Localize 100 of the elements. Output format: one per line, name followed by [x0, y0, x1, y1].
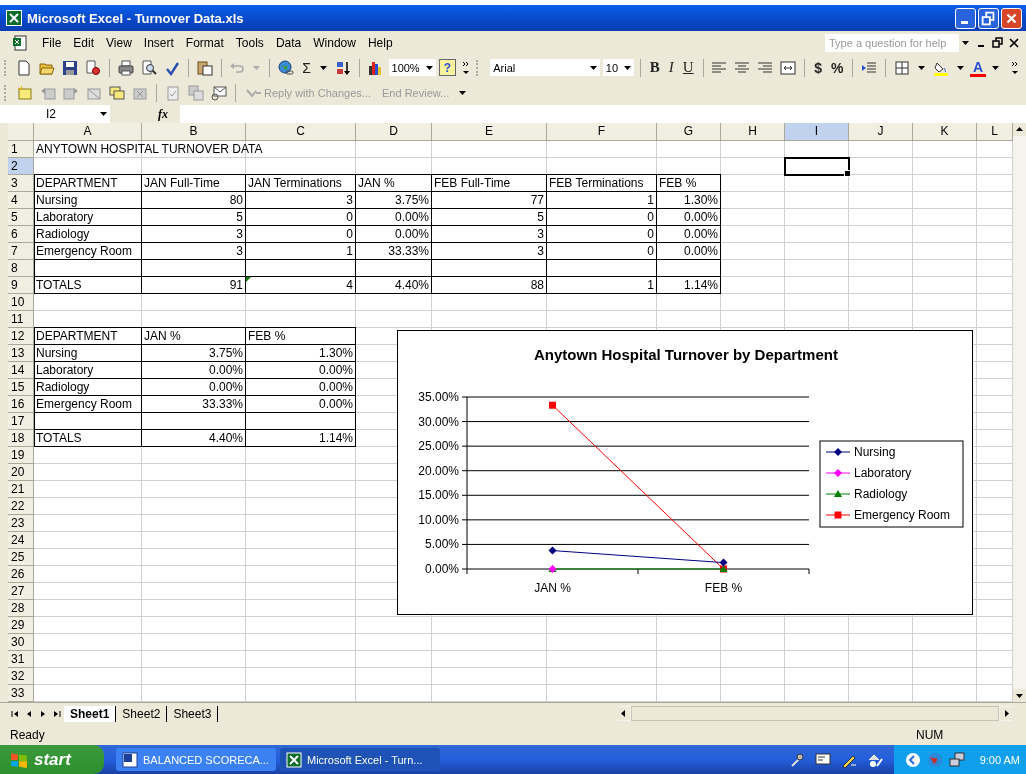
row-header[interactable]: 30: [8, 634, 34, 651]
row-header[interactable]: 15: [8, 379, 34, 396]
sheet-tab[interactable]: Sheet1: [64, 705, 117, 722]
insert-function-button[interactable]: fx: [110, 105, 180, 123]
column-header[interactable]: D: [356, 123, 432, 141]
row-header[interactable]: 18: [8, 430, 34, 447]
mail-document-icon[interactable]: [211, 84, 227, 101]
column-header[interactable]: K: [913, 123, 977, 141]
toolbar-options-icon[interactable]: [1011, 59, 1019, 76]
row-header[interactable]: 32: [8, 668, 34, 685]
menu-item[interactable]: Format: [179, 36, 230, 50]
column-header[interactable]: L: [977, 123, 1013, 141]
paste-icon[interactable]: [196, 59, 213, 76]
row-header[interactable]: 12: [8, 328, 34, 345]
font-size-dropdown[interactable]: 10: [602, 59, 635, 76]
italic-button[interactable]: I: [665, 57, 677, 78]
row-header[interactable]: 28: [8, 600, 34, 617]
comments-stack-icon[interactable]: [109, 84, 125, 101]
column-header[interactable]: C: [246, 123, 356, 141]
menu-item[interactable]: Edit: [67, 36, 101, 50]
row-header[interactable]: 5: [8, 209, 34, 226]
row-header[interactable]: 26: [8, 566, 34, 583]
font-name-dropdown[interactable]: Arial: [490, 59, 600, 76]
network-icon[interactable]: [948, 751, 965, 768]
scroll-down-icon[interactable]: [1013, 689, 1026, 702]
row-header[interactable]: 7: [8, 243, 34, 260]
align-left-icon[interactable]: [711, 59, 728, 76]
menu-item[interactable]: Help: [361, 36, 399, 50]
language-bar-icon[interactable]: [814, 751, 831, 768]
row-header[interactable]: 22: [8, 498, 34, 515]
row-header[interactable]: 29: [8, 617, 34, 634]
close-icon[interactable]: [1008, 37, 1020, 49]
close-button[interactable]: [1001, 7, 1022, 29]
document-permission-icon[interactable]: [85, 59, 102, 76]
column-header[interactable]: A: [34, 123, 142, 141]
row-header[interactable]: 3: [8, 175, 34, 192]
active-cell[interactable]: [785, 158, 849, 175]
menu-item[interactable]: Data: [269, 36, 308, 50]
row-header[interactable]: 24: [8, 532, 34, 549]
zoom-dropdown[interactable]: 100%: [388, 59, 436, 76]
column-header[interactable]: B: [142, 123, 246, 141]
borders-icon[interactable]: [893, 59, 910, 76]
row-header[interactable]: 13: [8, 345, 34, 362]
caret-icon[interactable]: [956, 65, 964, 70]
column-header[interactable]: J: [849, 123, 913, 141]
autosum-button[interactable]: Σ: [299, 57, 314, 78]
taskbar-button[interactable]: BALANCED SCORECA...: [116, 748, 276, 771]
first-sheet-icon[interactable]: [10, 708, 20, 719]
row-header[interactable]: 23: [8, 515, 34, 532]
align-right-icon[interactable]: [757, 59, 774, 76]
font-color-button[interactable]: A: [969, 58, 986, 77]
row-header[interactable]: 1: [8, 141, 34, 158]
column-header[interactable]: I: [785, 123, 849, 141]
row-header[interactable]: 31: [8, 651, 34, 668]
bar-chart-icon[interactable]: [367, 59, 384, 76]
print-preview-icon[interactable]: [140, 59, 157, 76]
print-icon[interactable]: [117, 59, 134, 76]
bold-button[interactable]: B: [646, 57, 663, 78]
row-header[interactable]: 2: [8, 158, 34, 175]
merge-center-icon[interactable]: [780, 59, 797, 76]
menu-item[interactable]: Window: [307, 36, 362, 50]
row-header[interactable]: 21: [8, 481, 34, 498]
row-header[interactable]: 14: [8, 362, 34, 379]
caret-icon[interactable]: [459, 90, 467, 95]
underline-button[interactable]: U: [679, 57, 697, 78]
caret-icon[interactable]: [962, 41, 969, 45]
column-header[interactable]: F: [547, 123, 657, 141]
restore-button[interactable]: [978, 7, 999, 29]
column-header[interactable]: G: [657, 123, 721, 141]
vertical-scrollbar[interactable]: [1013, 123, 1026, 702]
last-sheet-icon[interactable]: [52, 708, 62, 719]
decrease-indent-icon[interactable]: [861, 59, 878, 76]
minimize-button[interactable]: [955, 7, 976, 29]
taskbar-button[interactable]: Microsoft Excel - Turn...: [280, 748, 440, 771]
menu-item[interactable]: View: [100, 36, 138, 50]
row-header[interactable]: 20: [8, 464, 34, 481]
row-header[interactable]: 8: [8, 260, 34, 277]
scroll-left-icon[interactable]: [617, 707, 630, 720]
row-header[interactable]: 6: [8, 226, 34, 243]
row-header[interactable]: 11: [8, 311, 34, 328]
percent-button[interactable]: %: [827, 57, 847, 78]
column-header[interactable]: E: [432, 123, 547, 141]
sort-ascending-icon[interactable]: [334, 59, 351, 76]
help-button[interactable]: ?: [438, 59, 456, 76]
row-header[interactable]: 17: [8, 413, 34, 430]
globe-link-icon[interactable]: [278, 59, 295, 76]
scroll-right-icon[interactable]: [1000, 707, 1013, 720]
new-document-icon[interactable]: [16, 59, 33, 76]
row-header[interactable]: 19: [8, 447, 34, 464]
row-header[interactable]: 33: [8, 685, 34, 702]
caret-icon[interactable]: [917, 65, 925, 70]
row-header[interactable]: 10: [8, 294, 34, 311]
menu-item[interactable]: File: [36, 36, 68, 50]
row-header[interactable]: 25: [8, 549, 34, 566]
row-header[interactable]: 16: [8, 396, 34, 413]
save-icon[interactable]: [62, 59, 79, 76]
toolbar-options-icon[interactable]: [462, 59, 470, 76]
menu-item[interactable]: Insert: [137, 36, 180, 50]
start-button[interactable]: start: [0, 745, 104, 774]
caret-icon[interactable]: [992, 65, 999, 70]
